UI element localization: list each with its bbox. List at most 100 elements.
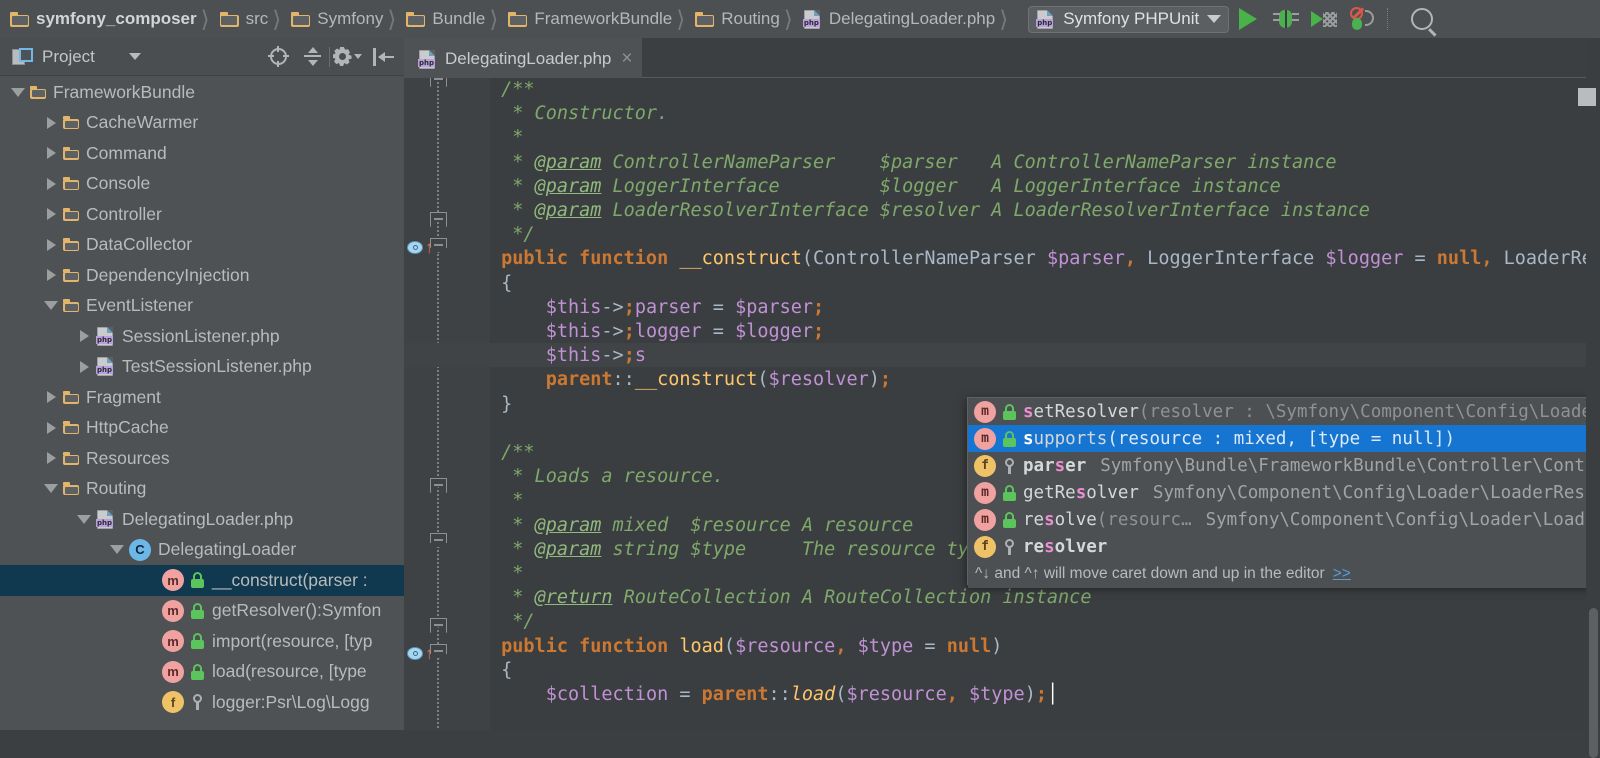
tree-item-label: FrameworkBundle bbox=[53, 82, 195, 103]
project-panel-title[interactable]: Project bbox=[42, 47, 95, 67]
autocomplete-more-link[interactable]: >> bbox=[1333, 565, 1351, 583]
tree-item[interactable]: DependencyInjection bbox=[0, 260, 404, 291]
tree-item[interactable]: flogger:Psr\Log\Logg bbox=[0, 687, 404, 718]
debug-button[interactable] bbox=[1267, 0, 1305, 38]
autocomplete-item[interactable]: msupports(resource : mixed, [type = null… bbox=[968, 425, 1600, 452]
chevron-down-icon[interactable] bbox=[1207, 15, 1221, 23]
php-file-icon: php bbox=[96, 357, 115, 376]
tree-item[interactable]: CacheWarmer bbox=[0, 108, 404, 139]
autocomplete-popup[interactable]: msetResolver(resolver : \Symfony\Compone… bbox=[967, 397, 1600, 585]
tree-item[interactable]: Console bbox=[0, 169, 404, 200]
autocomplete-item-name: resolve bbox=[1023, 510, 1097, 530]
vertical-scrollbar-thumb[interactable] bbox=[1589, 608, 1598, 758]
breadcrumb-item-1[interactable]: src bbox=[210, 0, 273, 38]
tree-item[interactable]: FrameworkBundle bbox=[0, 77, 404, 108]
chevron-right-icon[interactable] bbox=[39, 208, 63, 220]
project-tree[interactable]: FrameworkBundle CacheWarmerCommandConsole… bbox=[0, 77, 404, 730]
tree-item[interactable]: mgetResolver():Symfon bbox=[0, 596, 404, 627]
php-file-icon: php bbox=[418, 50, 437, 69]
close-icon[interactable]: × bbox=[621, 48, 632, 70]
chevron-right-icon[interactable] bbox=[72, 330, 96, 342]
breadcrumb-separator-icon: ⟩ bbox=[784, 0, 793, 38]
breadcrumb-label: Symfony bbox=[317, 9, 383, 29]
fold-region-start-icon[interactable] bbox=[430, 533, 447, 548]
tree-item-label: DelegatingLoader.php bbox=[122, 509, 293, 530]
autocomplete-item[interactable]: mgetResolverSymfony\Component\Config\Loa… bbox=[968, 479, 1600, 506]
breadcrumb-separator-icon: ⟩ bbox=[272, 0, 281, 38]
chevron-down-icon[interactable] bbox=[72, 515, 96, 524]
breadcrumb-item-0[interactable]: symfony_composer bbox=[0, 0, 201, 38]
tree-item[interactable]: CDelegatingLoader bbox=[0, 535, 404, 566]
editor-gutter[interactable]: ↑ ↑ bbox=[404, 78, 490, 730]
overridden-method-marker[interactable]: ↑ bbox=[407, 241, 434, 254]
tree-item[interactable]: mimport(resource, [typ bbox=[0, 626, 404, 657]
breadcrumb-item-2[interactable]: Symfony bbox=[281, 0, 387, 38]
source-code[interactable]: /** * Constructor. * * @param Controller… bbox=[490, 78, 1600, 707]
tree-item[interactable]: Routing bbox=[0, 474, 404, 505]
chevron-right-icon[interactable] bbox=[39, 269, 63, 281]
breadcrumb-separator-icon: ⟩ bbox=[489, 0, 498, 38]
autocomplete-item[interactable]: fresolver bbox=[968, 533, 1600, 560]
tree-item[interactable]: m__construct(parser : bbox=[0, 565, 404, 596]
tree-item[interactable]: phpDelegatingLoader.php bbox=[0, 504, 404, 535]
editor-marker-bar[interactable] bbox=[1586, 38, 1600, 730]
breadcrumb-item-6[interactable]: php DelegatingLoader.php bbox=[793, 0, 999, 38]
folder-icon bbox=[220, 12, 239, 27]
chevron-down-icon[interactable] bbox=[6, 88, 30, 97]
arrow-glyph bbox=[47, 422, 56, 434]
hide-panel-button[interactable] bbox=[364, 38, 404, 76]
chevron-right-icon[interactable] bbox=[39, 452, 63, 464]
tree-item[interactable]: mload(resource, [type bbox=[0, 657, 404, 688]
folder-icon bbox=[63, 177, 79, 190]
tree-item-label: Resources bbox=[86, 448, 170, 469]
chevron-right-icon[interactable] bbox=[39, 178, 63, 190]
overridden-method-marker[interactable]: ↑ bbox=[407, 647, 434, 660]
tree-item[interactable]: Controller bbox=[0, 199, 404, 230]
chevron-right-icon[interactable] bbox=[39, 239, 63, 251]
tree-item[interactable]: EventListener bbox=[0, 291, 404, 322]
stop-debug-button[interactable] bbox=[1343, 0, 1381, 38]
chevron-right-icon[interactable] bbox=[39, 147, 63, 159]
chevron-right-icon[interactable] bbox=[72, 361, 96, 373]
tree-item[interactable]: DataCollector bbox=[0, 230, 404, 261]
run-button[interactable] bbox=[1229, 0, 1267, 38]
tree-item[interactable]: phpSessionListener.php bbox=[0, 321, 404, 352]
breadcrumb-item-4[interactable]: FrameworkBundle bbox=[498, 0, 676, 38]
autocomplete-item[interactable]: msetResolver(resolver : \Symfony\Compone… bbox=[968, 398, 1600, 425]
field-icon: f bbox=[162, 691, 184, 713]
tree-item[interactable]: Fragment bbox=[0, 382, 404, 413]
method-icon: m bbox=[974, 401, 996, 423]
arrow-glyph bbox=[47, 239, 56, 251]
folder-icon bbox=[63, 452, 79, 465]
chevron-right-icon[interactable] bbox=[39, 117, 63, 129]
tree-item[interactable]: Resources bbox=[0, 443, 404, 474]
breadcrumb-label: symfony_composer bbox=[36, 9, 197, 29]
editor-inspection-widget[interactable] bbox=[1578, 88, 1596, 106]
autocomplete-footer: ^↓ and ^↑ will move caret down and up in… bbox=[968, 560, 1600, 588]
locate-file-button[interactable] bbox=[261, 38, 295, 76]
breadcrumb-item-5[interactable]: Routing bbox=[685, 0, 784, 38]
tree-item[interactable]: phpTestSessionListener.php bbox=[0, 352, 404, 383]
chevron-down-icon[interactable] bbox=[105, 545, 129, 554]
chevron-down-icon[interactable] bbox=[39, 484, 63, 493]
run-configuration-selector[interactable]: php Symfony PHPUnit bbox=[1028, 6, 1229, 33]
locate-icon bbox=[268, 46, 289, 67]
autocomplete-item[interactable]: fparserSymfony\Bundle\FrameworkBundle\Co… bbox=[968, 452, 1600, 479]
folder-icon bbox=[695, 12, 714, 27]
autocomplete-item[interactable]: mresolve(resourc…Symfony\Component\Confi… bbox=[968, 506, 1600, 533]
chevron-right-icon[interactable] bbox=[39, 391, 63, 403]
collapse-all-button[interactable] bbox=[295, 38, 329, 76]
chevron-down-icon[interactable] bbox=[39, 301, 63, 310]
panel-settings-button[interactable] bbox=[330, 38, 364, 76]
run-with-coverage-button[interactable] bbox=[1305, 0, 1343, 38]
chevron-down-icon[interactable] bbox=[129, 53, 141, 60]
editor-tab-delegatingloader[interactable]: php DelegatingLoader.php × bbox=[404, 38, 642, 78]
breadcrumb-item-3[interactable]: Bundle bbox=[396, 0, 489, 38]
search-everywhere-button[interactable] bbox=[1394, 0, 1450, 38]
chevron-down-icon bbox=[354, 54, 362, 59]
tree-item[interactable]: HttpCache bbox=[0, 413, 404, 444]
method-icon: m bbox=[162, 661, 184, 683]
autocomplete-list[interactable]: msetResolver(resolver : \Symfony\Compone… bbox=[968, 398, 1600, 560]
tree-item[interactable]: Command bbox=[0, 138, 404, 169]
chevron-right-icon[interactable] bbox=[39, 422, 63, 434]
